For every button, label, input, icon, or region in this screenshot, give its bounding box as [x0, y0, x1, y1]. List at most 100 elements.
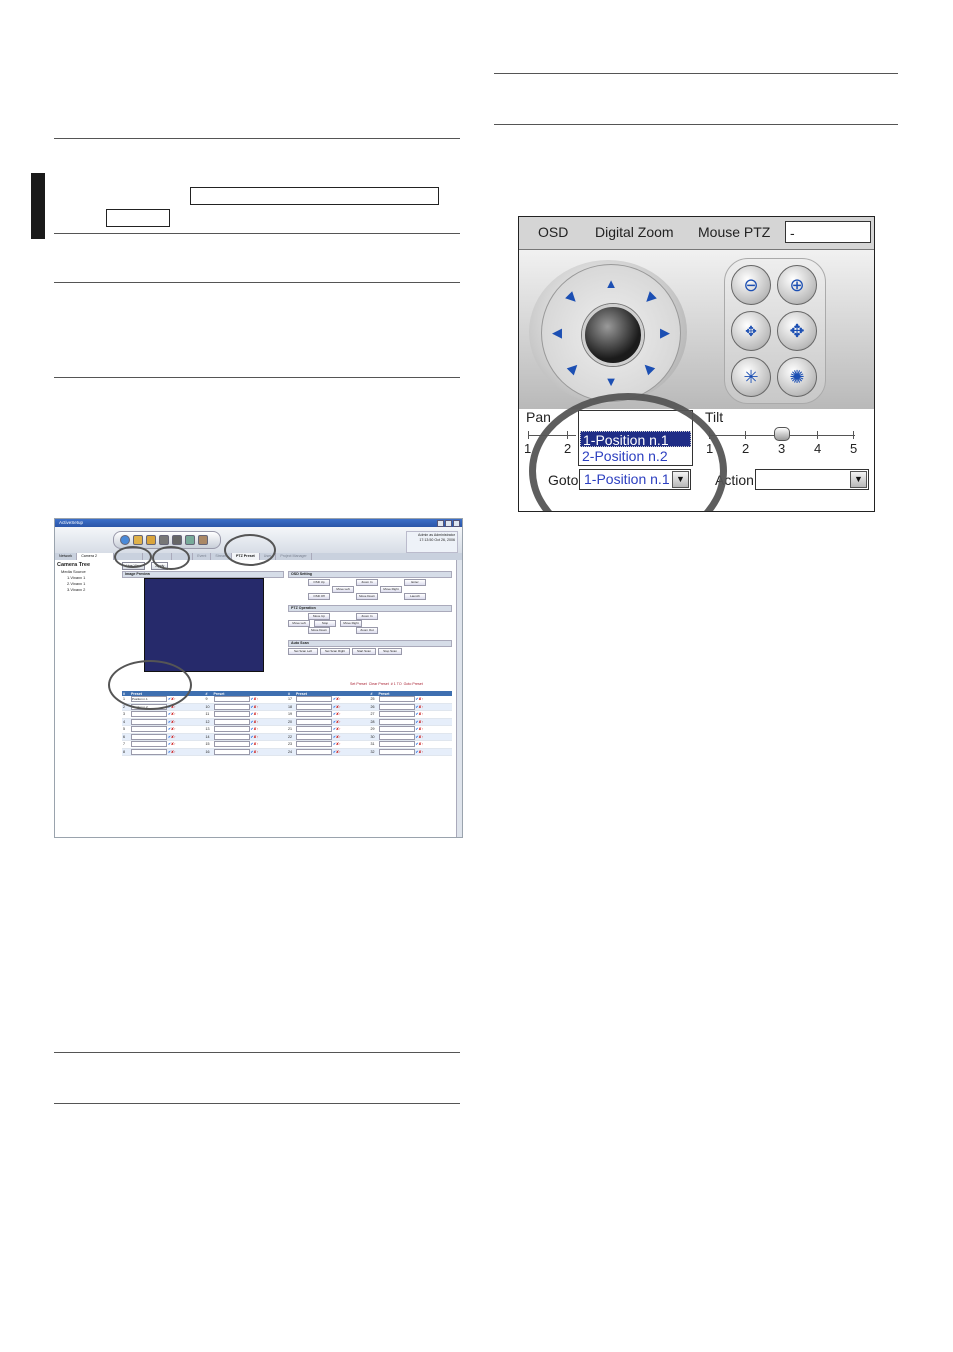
minimize-icon[interactable]	[437, 520, 444, 527]
osd-up-button[interactable]: OSD Up	[308, 579, 330, 586]
goto-preset-icon[interactable]: ↑	[174, 750, 176, 754]
zoom-in-icon[interactable]: ⊕	[777, 265, 817, 305]
preset-name-input[interactable]	[296, 726, 332, 733]
goto-preset-icon[interactable]: ↑	[339, 697, 341, 701]
osd-enter-button[interactable]: Enter	[404, 579, 426, 586]
iris-close-icon[interactable]: ✳	[731, 357, 771, 397]
focus-near-icon[interactable]: ✥	[731, 311, 771, 351]
arrow-up-right-icon[interactable]: ◀	[639, 288, 658, 307]
goto-preset-icon[interactable]: ↑	[257, 727, 259, 731]
goto-preset-icon[interactable]: ↑	[339, 712, 341, 716]
stop-scan-button[interactable]: Stop Scan	[378, 648, 402, 655]
network-icon[interactable]	[185, 535, 195, 545]
osd-label[interactable]: OSD	[538, 224, 568, 240]
arrow-left-icon[interactable]: ◀	[550, 326, 564, 339]
wrench-icon[interactable]	[172, 535, 182, 545]
goto-preset-icon[interactable]: ↑	[339, 742, 341, 746]
goto-preset-icon[interactable]: ↑	[339, 705, 341, 709]
goto-preset-icon[interactable]: ↑	[422, 720, 424, 724]
ptz-move-left-button[interactable]: Move Left	[288, 620, 310, 627]
arrow-up-left-icon[interactable]: ▶	[563, 288, 582, 307]
ptz-zoom-in-button[interactable]: Zoom In	[356, 613, 378, 620]
goto-preset-icon[interactable]: ↑	[422, 742, 424, 746]
tab-network[interactable]: Network	[55, 553, 78, 560]
osd-off-button[interactable]: OSD Off	[308, 593, 330, 600]
goto-preset-icon[interactable]: ↑	[174, 735, 176, 739]
center-knob[interactable]	[582, 304, 644, 366]
preset-name-input[interactable]	[131, 741, 167, 748]
preset-name-input[interactable]	[131, 733, 167, 740]
tab-project-manager[interactable]: Project Manager	[276, 553, 312, 560]
arrow-up-icon[interactable]: ▲	[604, 277, 618, 290]
preset-name-input[interactable]	[131, 748, 167, 755]
mouse-ptz-input[interactable]: -	[785, 221, 871, 243]
camera-select[interactable]: Camera 2	[77, 553, 115, 560]
preset-name-input[interactable]	[378, 703, 415, 710]
preset-name-input[interactable]	[296, 718, 332, 725]
preset-name-input[interactable]	[296, 748, 332, 755]
ptz-zoom-out-button[interactable]: Zoom Out	[356, 627, 378, 634]
preset-name-input[interactable]	[213, 726, 250, 733]
goto-preset-icon[interactable]: ↑	[339, 735, 341, 739]
set-scan-right-button[interactable]: Set Scan Right	[320, 648, 350, 655]
goto-preset-icon[interactable]: ↑	[422, 735, 424, 739]
goto-preset-icon[interactable]: ↑	[174, 727, 176, 731]
tab-event[interactable]: Event	[193, 553, 212, 560]
preset-name-input[interactable]	[131, 726, 167, 733]
goto-preset-icon[interactable]: ↑	[174, 712, 176, 716]
preset-name-input[interactable]	[213, 718, 250, 725]
osd-zoom-in-button[interactable]: Zoom In	[356, 579, 378, 586]
ptz-move-up-button[interactable]: Move Up	[308, 613, 330, 620]
preset-name-input[interactable]	[131, 718, 167, 725]
goto-preset-icon[interactable]: ↑	[257, 720, 259, 724]
zoom-out-icon[interactable]: ⊖	[731, 265, 771, 305]
goto-preset-icon[interactable]: ↑	[422, 712, 424, 716]
preset-name-input[interactable]	[378, 726, 415, 733]
goto-preset-icon[interactable]: ↑	[257, 742, 259, 746]
preset-name-input[interactable]	[296, 711, 332, 718]
preset-name-input[interactable]	[378, 696, 415, 703]
preset-name-input[interactable]	[378, 711, 415, 718]
preset-name-input[interactable]	[213, 748, 250, 755]
start-scan-button[interactable]: Start Scan	[352, 648, 376, 655]
arrow-down-left-icon[interactable]: ▶	[563, 358, 582, 377]
close-icon[interactable]	[453, 520, 460, 527]
tree-item[interactable]: 3.Vixaxx 2	[57, 587, 121, 593]
preset-name-input[interactable]	[213, 741, 250, 748]
goto-preset-icon[interactable]: ↑	[422, 705, 424, 709]
goto-preset-link[interactable]: Goto Preset	[404, 682, 423, 686]
ptz-move-down-button[interactable]: Move Down	[308, 627, 330, 634]
preset-name-input[interactable]	[213, 703, 250, 710]
ptz-stop-button[interactable]: Stop	[314, 620, 336, 627]
action-select[interactable]: ▼	[755, 469, 869, 490]
folder-icon[interactable]	[146, 535, 156, 545]
arrow-right-icon[interactable]: ▶	[658, 326, 672, 339]
goto-preset-icon[interactable]: ↑	[257, 705, 259, 709]
preset-name-input[interactable]	[213, 733, 250, 740]
preset-name-input[interactable]	[378, 718, 415, 725]
mouse-ptz-label[interactable]: Mouse PTZ	[698, 224, 770, 240]
goto-preset-icon[interactable]: ↑	[422, 727, 424, 731]
clear-preset-link[interactable]: Clear Preset	[369, 682, 389, 686]
camera-icon[interactable]	[133, 535, 143, 545]
maximize-icon[interactable]	[445, 520, 452, 527]
goto-preset-icon[interactable]: ↑	[339, 727, 341, 731]
tilt-slider-thumb[interactable]	[774, 427, 790, 441]
preset-number-link[interactable]: # 1 TO	[391, 682, 402, 686]
goto-preset-icon[interactable]: ↑	[339, 720, 341, 724]
goto-preset-icon[interactable]: ↑	[174, 742, 176, 746]
scrollbar[interactable]	[456, 560, 462, 837]
goto-preset-icon[interactable]: ↑	[257, 712, 259, 716]
arrow-down-icon[interactable]: ▼	[604, 375, 618, 388]
goto-preset-icon[interactable]: ↑	[257, 750, 259, 754]
arrow-down-right-icon[interactable]: ◀	[639, 358, 658, 377]
chevron-down-icon[interactable]: ▼	[850, 471, 867, 488]
digital-zoom-label[interactable]: Digital Zoom	[595, 224, 674, 240]
preset-name-input[interactable]	[213, 711, 250, 718]
preset-name-input[interactable]	[131, 711, 167, 718]
goto-preset-icon[interactable]: ↑	[422, 697, 424, 701]
user-icon[interactable]	[198, 535, 208, 545]
goto-preset-icon[interactable]: ↑	[257, 697, 259, 701]
set-preset-link[interactable]: Set Preset	[350, 682, 367, 686]
ptz-move-right-button[interactable]: Move Right	[340, 620, 362, 627]
